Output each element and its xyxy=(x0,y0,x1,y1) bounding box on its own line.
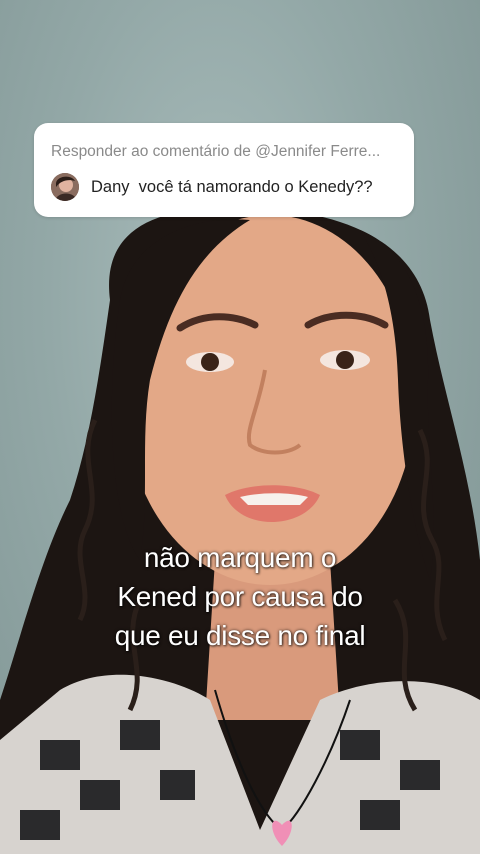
reply-header-text: Responder ao comentário de @Jennifer Fer… xyxy=(51,143,381,160)
caption-line: não marquem o xyxy=(143,542,337,573)
caption-line: que eu disse no final xyxy=(114,620,366,651)
reply-comment-text: Dany você tá namorando o Kenedy?? xyxy=(91,177,373,196)
caption-line: Kened por causa do xyxy=(117,581,363,612)
avatar-icon xyxy=(51,173,79,201)
commenter-avatar[interactable] xyxy=(51,173,79,201)
reply-comment-sticker[interactable]: Responder ao comentário de @Jennifer Fer… xyxy=(34,123,414,217)
video-caption: não marquem o Kened por causa do que eu … xyxy=(0,538,480,655)
video-screen[interactable]: Responder ao comentário de @Jennifer Fer… xyxy=(0,0,480,854)
reply-comment-row: Dany você tá namorando o Kenedy?? xyxy=(51,173,373,201)
